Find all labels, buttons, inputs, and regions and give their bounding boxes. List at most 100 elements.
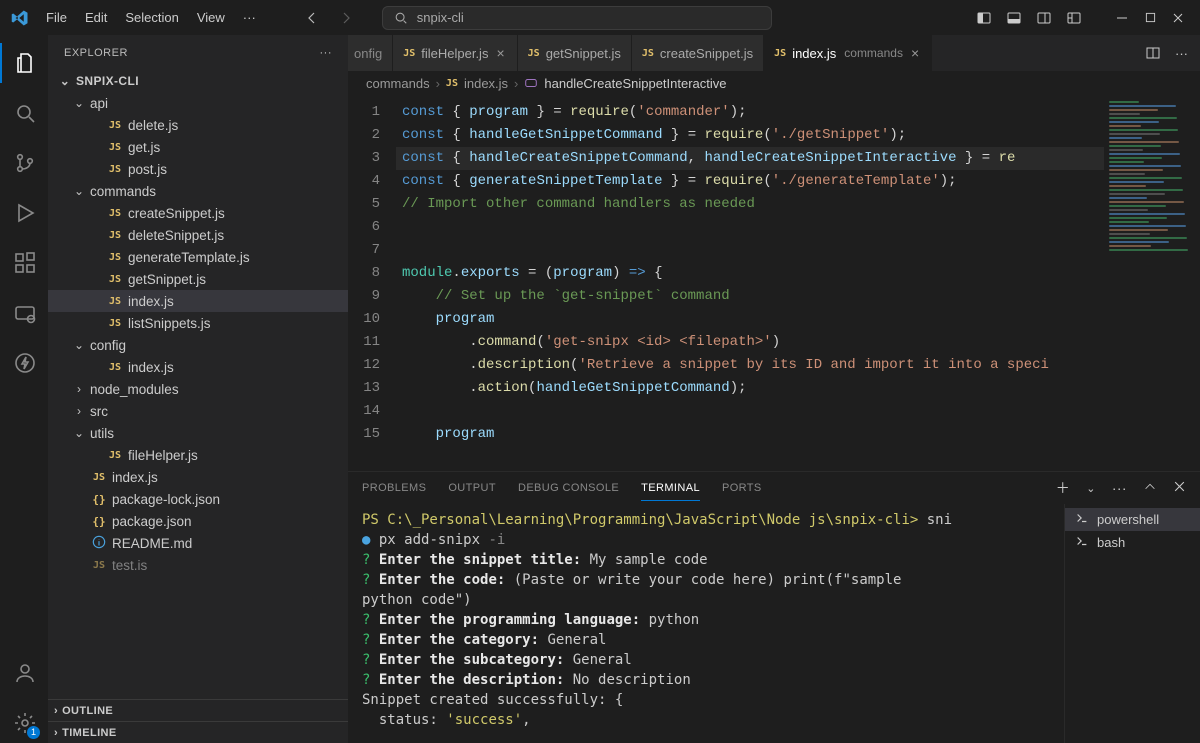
- js-file-icon: JS: [109, 120, 121, 131]
- tree-folder[interactable]: ⌄commands: [48, 180, 348, 202]
- minimap[interactable]: [1104, 95, 1200, 471]
- menu-view[interactable]: View: [189, 6, 233, 29]
- activity-search-icon[interactable]: [0, 93, 48, 133]
- menu-more-icon[interactable]: ···: [235, 6, 264, 29]
- split-editor-icon[interactable]: [1145, 45, 1161, 61]
- tree-item-label: commands: [90, 184, 156, 199]
- editor-tab[interactable]: onfig: [348, 35, 393, 71]
- panel-maximize-icon[interactable]: [1143, 480, 1157, 497]
- tree-file[interactable]: {}package.json: [48, 510, 348, 532]
- timeline-section[interactable]: › TIMELINE: [48, 721, 348, 743]
- menu-selection[interactable]: Selection: [117, 6, 186, 29]
- tree-file[interactable]: README.md: [48, 532, 348, 554]
- tree-file[interactable]: JSfileHelper.js: [48, 444, 348, 466]
- js-file-icon: JS: [528, 48, 540, 59]
- panel-more-icon[interactable]: ···: [1112, 480, 1127, 496]
- panel-close-icon[interactable]: [1173, 480, 1186, 496]
- tree-folder[interactable]: ›src: [48, 400, 348, 422]
- tree-root[interactable]: ⌄ SNPIX-CLI: [48, 70, 348, 92]
- terminal-split-dropdown-icon[interactable]: ⌄: [1086, 482, 1096, 495]
- tree-item-label: src: [90, 404, 108, 419]
- layout-primary-icon[interactable]: [976, 10, 992, 26]
- panel-tab-debug-console[interactable]: DEBUG CONSOLE: [518, 476, 619, 500]
- tree-file[interactable]: {}package-lock.json: [48, 488, 348, 510]
- close-window-icon[interactable]: [1170, 10, 1186, 26]
- terminal-shell-powershell[interactable]: powershell: [1065, 508, 1200, 531]
- tree-file[interactable]: JSindex.js: [48, 356, 348, 378]
- tree-file[interactable]: JSindex.js: [48, 290, 348, 312]
- layout-secondary-icon[interactable]: [1036, 10, 1052, 26]
- tree-file[interactable]: JSindex.js: [48, 466, 348, 488]
- panel-tab-problems[interactable]: PROBLEMS: [362, 476, 426, 500]
- menu-file[interactable]: File: [38, 6, 75, 29]
- chevron-down-icon: ⌄: [72, 338, 86, 352]
- breadcrumbs[interactable]: commands › JS index.js › handleCreateSni…: [348, 71, 1200, 95]
- tree-file[interactable]: JSdeleteSnippet.js: [48, 224, 348, 246]
- tree-file[interactable]: JScreateSnippet.js: [48, 202, 348, 224]
- tree-folder[interactable]: ⌄utils: [48, 422, 348, 444]
- code-editor[interactable]: 123456789101112131415 const { program } …: [348, 95, 1200, 471]
- file-tree[interactable]: ⌄ SNPIX-CLI ⌄apiJSdelete.jsJSget.jsJSpos…: [48, 70, 348, 699]
- js-file-icon: JS: [109, 274, 121, 285]
- editor-tab[interactable]: JSindex.jscommands×: [764, 35, 932, 71]
- tree-folder[interactable]: ⌄config: [48, 334, 348, 356]
- activity-source-control-icon[interactable]: [0, 143, 48, 183]
- tree-file[interactable]: JSgenerateTemplate.js: [48, 246, 348, 268]
- tree-file[interactable]: JSget.js: [48, 136, 348, 158]
- tree-file[interactable]: JSdelete.js: [48, 114, 348, 136]
- js-file-icon: JS: [446, 78, 458, 89]
- tree-file[interactable]: JS getSnippet.js: [48, 268, 348, 290]
- terminal-shell-bash[interactable]: bash: [1065, 531, 1200, 554]
- terminal-new-icon[interactable]: ＋: [1056, 478, 1070, 498]
- tab-more-icon[interactable]: ···: [1175, 46, 1188, 61]
- tree-file[interactable]: JSlistSnippets.js: [48, 312, 348, 334]
- activity-run-debug-icon[interactable]: [0, 193, 48, 233]
- activity-extensions-icon[interactable]: [0, 243, 48, 283]
- panel-tab-output[interactable]: OUTPUT: [448, 476, 496, 500]
- code-content[interactable]: const { program } = require('commander')…: [396, 95, 1104, 471]
- nav-forward-icon[interactable]: [338, 10, 354, 26]
- terminal[interactable]: PS C:\_Personal\Learning\Programming\Jav…: [348, 504, 1064, 743]
- breadcrumb-folder[interactable]: commands: [366, 76, 430, 91]
- sidebar-more-icon[interactable]: ···: [320, 47, 333, 59]
- editor-tab[interactable]: JS getSnippet.js: [518, 35, 632, 71]
- tree-item-label: index.js: [128, 294, 174, 309]
- activity-explorer-icon[interactable]: [0, 43, 48, 83]
- layout-panel-icon[interactable]: [1006, 10, 1022, 26]
- tab-label: getSnippet.js: [546, 46, 621, 61]
- layout-customize-icon[interactable]: [1066, 10, 1082, 26]
- tree-item-label: fileHelper.js: [128, 448, 198, 463]
- tree-file[interactable]: JStest.is: [48, 554, 348, 576]
- activity-settings-icon[interactable]: 1: [0, 703, 48, 743]
- info-file-icon: [92, 535, 106, 552]
- tab-label: index.js: [792, 46, 836, 61]
- maximize-icon[interactable]: [1142, 10, 1158, 26]
- shell-label: powershell: [1097, 512, 1159, 527]
- json-file-icon: {}: [92, 493, 105, 506]
- outline-section[interactable]: › OUTLINE: [48, 699, 348, 721]
- breadcrumb-symbol[interactable]: handleCreateSnippetInteractive: [544, 76, 726, 91]
- breadcrumb-file[interactable]: index.js: [464, 76, 508, 91]
- tree-item-label: utils: [90, 426, 114, 441]
- menu-edit[interactable]: Edit: [77, 6, 115, 29]
- tree-item-label: createSnippet.js: [128, 206, 225, 221]
- tree-folder[interactable]: ⌄api: [48, 92, 348, 114]
- activity-thunder-icon[interactable]: [0, 343, 48, 383]
- minimize-icon[interactable]: [1114, 10, 1130, 26]
- activity-remote-icon[interactable]: [0, 293, 48, 333]
- tree-item-label: getSnippet.js: [128, 272, 206, 287]
- tab-label: fileHelper.js: [421, 46, 488, 61]
- tree-folder[interactable]: ›node_modules: [48, 378, 348, 400]
- activity-account-icon[interactable]: [0, 653, 48, 693]
- tab-close-icon[interactable]: ×: [494, 45, 506, 61]
- panel-tab-terminal[interactable]: TERMINAL: [641, 476, 700, 501]
- js-file-icon: JS: [109, 252, 121, 263]
- tree-file[interactable]: JSpost.js: [48, 158, 348, 180]
- editor-tab[interactable]: JScreateSnippet.js: [632, 35, 764, 71]
- tab-close-icon[interactable]: ×: [909, 45, 921, 61]
- editor-tab[interactable]: JSfileHelper.js×: [393, 35, 517, 71]
- command-center[interactable]: snpix-cli: [382, 6, 772, 30]
- panel-tab-ports[interactable]: PORTS: [722, 476, 762, 500]
- vscode-logo-icon: [8, 9, 32, 27]
- nav-back-icon[interactable]: [304, 10, 320, 26]
